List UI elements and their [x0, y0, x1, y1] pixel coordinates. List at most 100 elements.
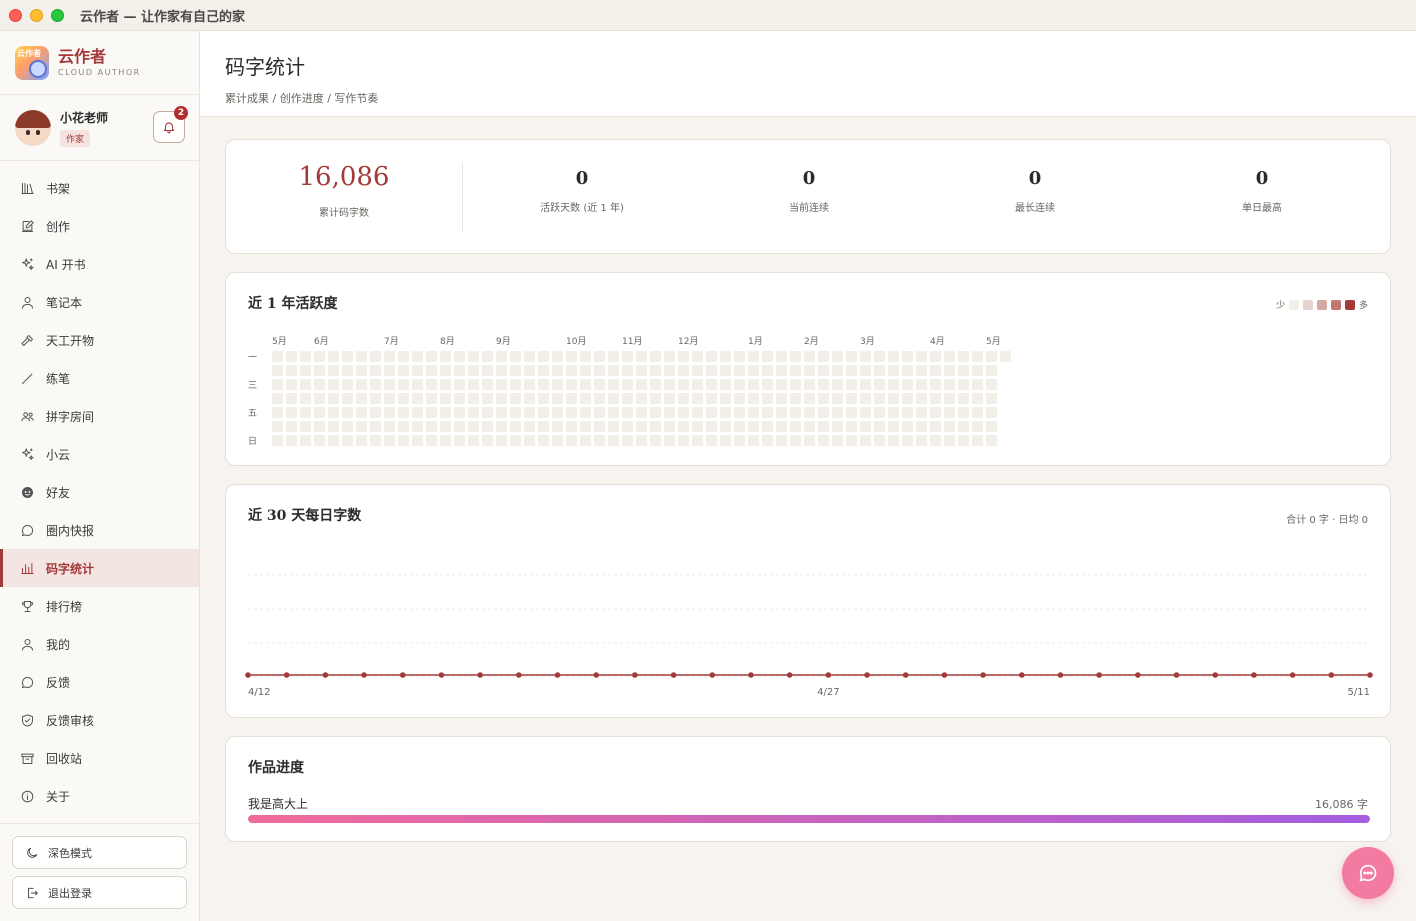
heatmap-cell[interactable] — [916, 365, 927, 376]
data-point[interactable] — [438, 672, 445, 678]
heatmap-cell[interactable] — [916, 351, 927, 362]
heatmap-cell[interactable] — [720, 393, 731, 404]
heatmap-cell[interactable] — [972, 379, 983, 390]
data-point[interactable] — [322, 672, 329, 678]
heatmap-cell[interactable] — [720, 421, 731, 432]
heatmap-cell[interactable] — [566, 407, 577, 418]
heatmap-cell[interactable] — [412, 379, 423, 390]
heatmap-cell[interactable] — [580, 421, 591, 432]
heatmap-cell[interactable] — [468, 435, 479, 446]
heatmap-cell[interactable] — [748, 351, 759, 362]
heatmap-cell[interactable] — [314, 435, 325, 446]
heatmap-cell[interactable] — [846, 365, 857, 376]
heatmap-cell[interactable] — [314, 365, 325, 376]
heatmap-cell[interactable] — [300, 351, 311, 362]
heatmap-cell[interactable] — [538, 393, 549, 404]
heatmap-cell[interactable] — [804, 421, 815, 432]
heatmap-cell[interactable] — [832, 351, 843, 362]
heatmap-cell[interactable] — [958, 435, 969, 446]
heatmap-cell[interactable] — [944, 365, 955, 376]
heatmap-cell[interactable] — [412, 435, 423, 446]
heatmap-cell[interactable] — [300, 365, 311, 376]
heatmap-cell[interactable] — [958, 379, 969, 390]
heatmap-cell[interactable] — [776, 365, 787, 376]
heatmap-cell[interactable] — [678, 421, 689, 432]
heatmap-cell[interactable] — [566, 435, 577, 446]
heatmap-cell[interactable] — [356, 393, 367, 404]
heatmap-cell[interactable] — [972, 351, 983, 362]
data-point[interactable] — [902, 672, 909, 678]
heatmap-cell[interactable] — [636, 379, 647, 390]
heatmap-cell[interactable] — [454, 393, 465, 404]
heatmap-cell[interactable] — [398, 421, 409, 432]
heatmap-cell[interactable] — [510, 435, 521, 446]
heatmap-cell[interactable] — [958, 407, 969, 418]
sidebar-item-practice[interactable]: 练笔 — [0, 359, 199, 397]
heatmap-cell[interactable] — [958, 421, 969, 432]
heatmap-cell[interactable] — [328, 421, 339, 432]
work-name[interactable]: 我是高大上 — [248, 795, 308, 812]
heatmap-cell[interactable] — [902, 421, 913, 432]
heatmap-cell[interactable] — [384, 351, 395, 362]
heatmap-cell[interactable] — [496, 351, 507, 362]
heatmap-cell[interactable] — [860, 393, 871, 404]
heatmap-cell[interactable] — [622, 393, 633, 404]
chat-assistant-button[interactable] — [1342, 847, 1394, 899]
heatmap-cell[interactable] — [426, 379, 437, 390]
heatmap-cell[interactable] — [664, 379, 675, 390]
heatmap-cell[interactable] — [720, 407, 731, 418]
heatmap-cell[interactable] — [986, 379, 997, 390]
heatmap-cell[interactable] — [818, 407, 829, 418]
heatmap-cell[interactable] — [594, 393, 605, 404]
heatmap-cell[interactable] — [832, 407, 843, 418]
heatmap-cell[interactable] — [538, 351, 549, 362]
heatmap-cell[interactable] — [496, 421, 507, 432]
heatmap-cell[interactable] — [272, 365, 283, 376]
heatmap-cell[interactable] — [706, 365, 717, 376]
heatmap-cell[interactable] — [552, 435, 563, 446]
heatmap-cell[interactable] — [468, 393, 479, 404]
heatmap-cell[interactable] — [566, 421, 577, 432]
heatmap-cell[interactable] — [832, 379, 843, 390]
heatmap-cell[interactable] — [440, 351, 451, 362]
heatmap-cell[interactable] — [356, 407, 367, 418]
heatmap-cell[interactable] — [286, 365, 297, 376]
heatmap-cell[interactable] — [482, 393, 493, 404]
heatmap-cell[interactable] — [566, 365, 577, 376]
heatmap-cell[interactable] — [454, 351, 465, 362]
heatmap-cell[interactable] — [510, 407, 521, 418]
heatmap-cell[interactable] — [888, 379, 899, 390]
heatmap-cell[interactable] — [888, 407, 899, 418]
heatmap-cell[interactable] — [300, 407, 311, 418]
heatmap-cell[interactable] — [384, 393, 395, 404]
heatmap-cell[interactable] — [510, 351, 521, 362]
heatmap-cell[interactable] — [370, 393, 381, 404]
heatmap-cell[interactable] — [874, 435, 885, 446]
heatmap-cell[interactable] — [286, 393, 297, 404]
heatmap-cell[interactable] — [888, 421, 899, 432]
heatmap-cell[interactable] — [846, 407, 857, 418]
heatmap-cell[interactable] — [356, 365, 367, 376]
heatmap-cell[interactable] — [370, 435, 381, 446]
heatmap-cell[interactable] — [790, 351, 801, 362]
heatmap-cell[interactable] — [720, 365, 731, 376]
heatmap-cell[interactable] — [580, 393, 591, 404]
heatmap-cell[interactable] — [272, 421, 283, 432]
heatmap-cell[interactable] — [804, 393, 815, 404]
heatmap-cell[interactable] — [510, 365, 521, 376]
heatmap-cell[interactable] — [944, 435, 955, 446]
heatmap-cell[interactable] — [986, 393, 997, 404]
heatmap-cell[interactable] — [944, 393, 955, 404]
heatmap-cell[interactable] — [580, 379, 591, 390]
heatmap-cell[interactable] — [286, 421, 297, 432]
heatmap-cell[interactable] — [734, 379, 745, 390]
heatmap-cell[interactable] — [342, 351, 353, 362]
heatmap-cell[interactable] — [398, 351, 409, 362]
heatmap-cell[interactable] — [734, 393, 745, 404]
heatmap-cell[interactable] — [538, 421, 549, 432]
heatmap-cell[interactable] — [636, 435, 647, 446]
heatmap-cell[interactable] — [594, 351, 605, 362]
heatmap-cell[interactable] — [650, 351, 661, 362]
heatmap-cell[interactable] — [538, 435, 549, 446]
heatmap-cell[interactable] — [356, 379, 367, 390]
